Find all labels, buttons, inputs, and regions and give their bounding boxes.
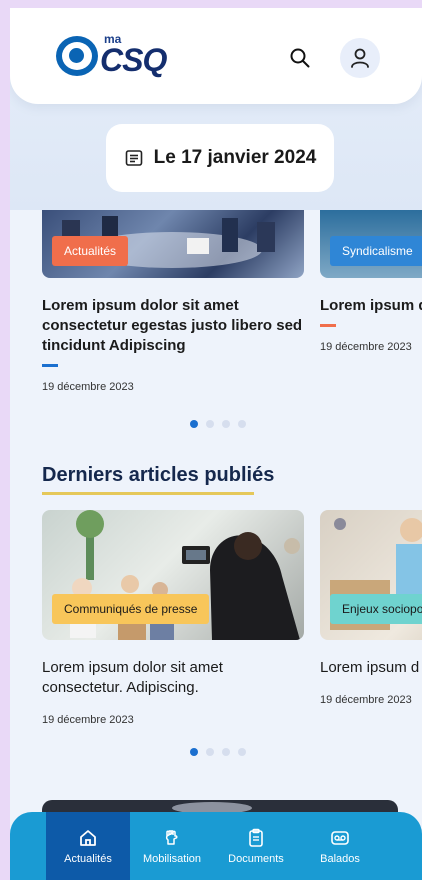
article-card[interactable]: Communiqués de presse Lorem ipsum dolor … bbox=[42, 510, 304, 726]
title-accent bbox=[320, 324, 336, 327]
nav-item-label: Documents bbox=[228, 853, 284, 865]
article-title[interactable]: Lorem ipsum dolor sit amet consectetur. … bbox=[42, 658, 304, 698]
featured-carousel[interactable]: Actualités Lorem ipsum dolor sit amet co… bbox=[10, 210, 422, 440]
article-title[interactable]: Lorem ipsum d consectetur. A bbox=[320, 658, 422, 678]
article-date: 19 décembre 2023 bbox=[320, 694, 412, 706]
clipboard-icon bbox=[249, 828, 263, 847]
nav-item-label: Actualités bbox=[64, 853, 112, 865]
logo-name: CSQ bbox=[100, 42, 167, 78]
card-image: Actualités bbox=[42, 210, 304, 278]
featured-card[interactable]: Syndicalisme Lorem ipsum d consectetur. … bbox=[320, 210, 422, 353]
category-tag-label: Syndicalisme bbox=[342, 244, 413, 258]
category-tag[interactable]: Syndicalisme bbox=[330, 236, 422, 266]
section-title: Derniers articles publiés bbox=[42, 464, 275, 486]
fist-icon bbox=[165, 830, 178, 845]
category-tag-label: Enjeux sociopo bbox=[342, 602, 422, 616]
nav-item-balados[interactable]: Balados bbox=[298, 812, 382, 880]
featured-pagination[interactable] bbox=[190, 420, 246, 428]
nav-item-actualites[interactable]: Actualités bbox=[46, 812, 130, 880]
csq-logo-icon bbox=[56, 36, 98, 76]
article-date: 19 décembre 2023 bbox=[42, 381, 134, 393]
newspaper-icon bbox=[125, 150, 142, 166]
latest-pagination[interactable] bbox=[190, 748, 246, 756]
article-date: 19 décembre 2023 bbox=[320, 341, 412, 353]
category-tag[interactable]: Communiqués de presse bbox=[52, 594, 210, 624]
profile-button[interactable] bbox=[340, 38, 380, 78]
article-title[interactable]: Lorem ipsum dolor sit amet consectetur e… bbox=[42, 296, 304, 356]
category-tag-label: Actualités bbox=[64, 244, 117, 258]
pagination-dot[interactable] bbox=[190, 748, 198, 756]
pagination-dot[interactable] bbox=[238, 748, 246, 756]
category-tag[interactable]: Enjeux sociopo bbox=[330, 594, 422, 624]
home-icon bbox=[80, 830, 96, 846]
date-pill: Le 17 janvier 2024 bbox=[106, 124, 334, 192]
article-title[interactable]: Lorem ipsum d consectetur. A bbox=[320, 296, 422, 316]
card-image: Communiqués de presse bbox=[42, 510, 304, 640]
ma-csq-logo[interactable]: ma CSQ bbox=[56, 32, 186, 82]
card-image: Enjeux sociopo bbox=[320, 510, 422, 640]
user-icon bbox=[351, 48, 369, 68]
nav-item-label: Balados bbox=[320, 853, 360, 865]
title-accent bbox=[42, 364, 58, 367]
category-tag-label: Communiqués de presse bbox=[64, 602, 198, 616]
pagination-dot[interactable] bbox=[222, 420, 230, 428]
category-tag[interactable]: Actualités bbox=[52, 236, 129, 266]
current-date: Le 17 janvier 2024 bbox=[153, 147, 317, 168]
nav-item-mobilisation[interactable]: Mobilisation bbox=[130, 812, 214, 880]
pagination-dot[interactable] bbox=[190, 420, 198, 428]
nav-item-documents[interactable]: Documents bbox=[214, 812, 298, 880]
app-header: ma CSQ bbox=[10, 8, 422, 104]
card-image: Syndicalisme bbox=[320, 210, 422, 278]
pagination-dot[interactable] bbox=[222, 748, 230, 756]
latest-carousel[interactable]: Communiqués de presse Lorem ipsum dolor … bbox=[10, 510, 422, 750]
pagination-dot[interactable] bbox=[206, 420, 214, 428]
search-icon bbox=[290, 48, 310, 68]
article-card[interactable]: Enjeux sociopo Lorem ipsum d consectetur… bbox=[320, 510, 422, 706]
podcast-icon bbox=[331, 831, 349, 845]
pagination-dot[interactable] bbox=[206, 748, 214, 756]
article-date: 19 décembre 2023 bbox=[42, 714, 134, 726]
section-underline bbox=[42, 492, 254, 495]
nav-item-label: Mobilisation bbox=[142, 853, 202, 865]
pagination-dot[interactable] bbox=[238, 420, 246, 428]
featured-card[interactable]: Actualités Lorem ipsum dolor sit amet co… bbox=[42, 210, 304, 393]
bottom-navigation: Actualités Mobilisation Documents Balado… bbox=[10, 812, 422, 880]
app-screen: ma CSQ Le 17 janvier 2024 Actualités Lor… bbox=[10, 8, 422, 880]
search-button[interactable] bbox=[280, 38, 320, 78]
